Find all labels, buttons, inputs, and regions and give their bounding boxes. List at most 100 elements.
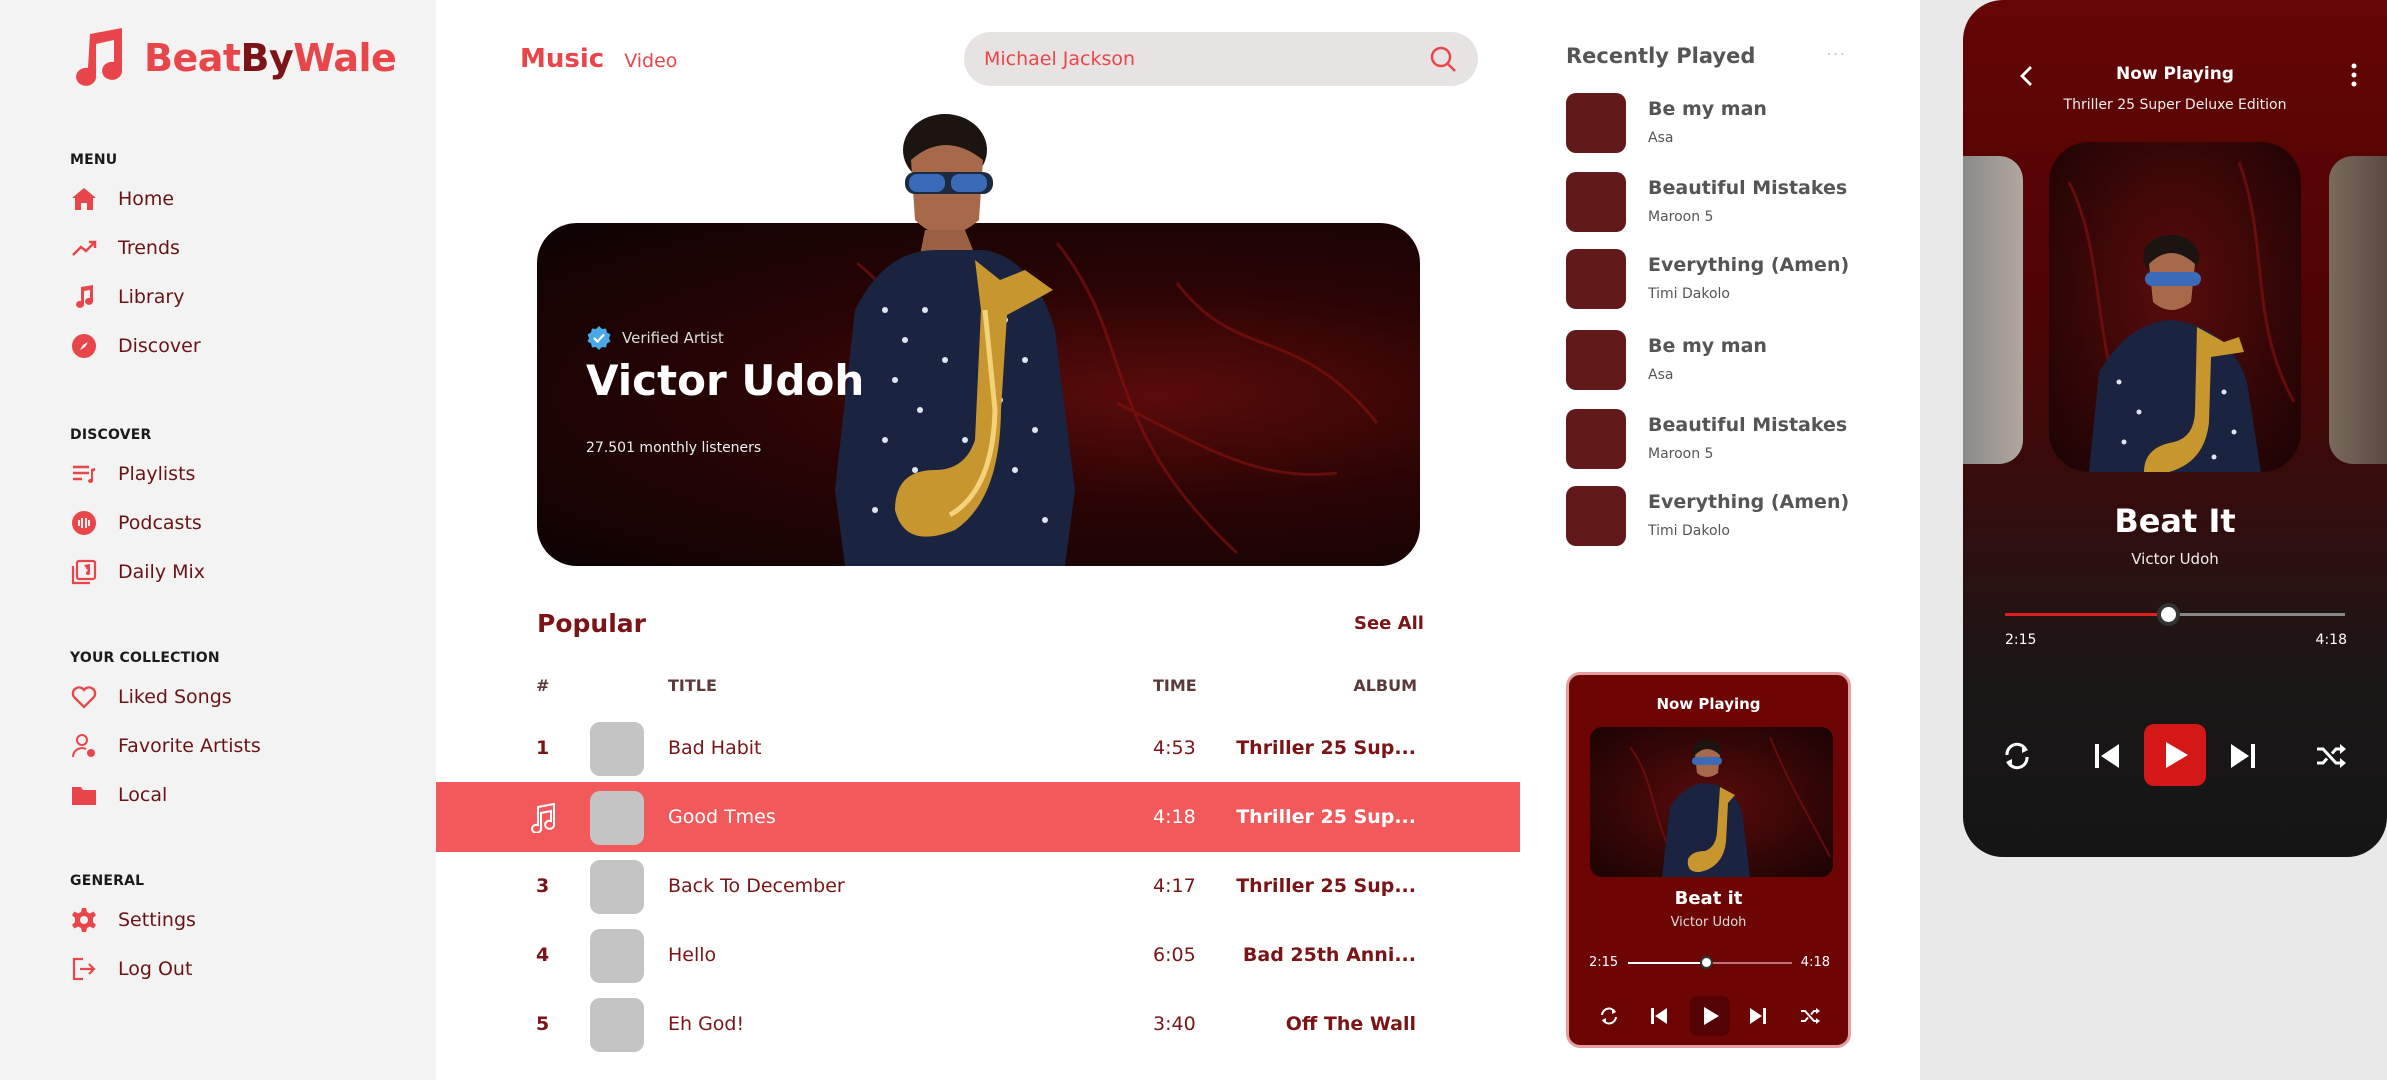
mobile-next-button[interactable] xyxy=(2225,738,2261,774)
sidebar-item-label: Home xyxy=(118,187,175,210)
play-icon xyxy=(1704,1007,1719,1025)
recent-title: Be my man xyxy=(1648,98,1767,120)
sidebar-item-logout[interactable]: Log Out xyxy=(70,944,196,993)
mini-next-button[interactable] xyxy=(1743,1001,1773,1031)
mini-duration: 4:18 xyxy=(1800,955,1830,970)
table-row[interactable]: 4 Hello 6:05 Bad 25th Anni... xyxy=(436,920,1520,990)
search-icon[interactable] xyxy=(1428,44,1458,74)
sidebar-item-home[interactable]: Home xyxy=(70,174,201,223)
sidebar-item-label: Library xyxy=(118,285,185,308)
table-row-playing[interactable]: Good Tmes 4:18 Thriller 25 Sup... xyxy=(436,782,1520,852)
sidebar-item-liked-songs[interactable]: Liked Songs xyxy=(70,672,261,721)
see-all-link[interactable]: See All xyxy=(1354,613,1424,634)
sidebar-item-trends[interactable]: Trends xyxy=(70,223,201,272)
track-title: Back To December xyxy=(668,875,845,897)
mobile-duration: 4:18 xyxy=(2315,632,2347,648)
verified-badge: Verified Artist xyxy=(586,325,724,351)
track-thumbnail xyxy=(590,998,644,1052)
artist-name: Victor Udoh xyxy=(586,356,865,405)
skip-previous-icon xyxy=(2095,744,2119,768)
table-row[interactable]: 1 Bad Habit 4:53 Thriller 25 Sup... xyxy=(436,713,1520,783)
track-thumbnail xyxy=(590,791,644,845)
sidebar-item-library[interactable]: Library xyxy=(70,272,201,321)
repeat-icon xyxy=(1601,1007,1617,1025)
track-album: Bad 25th Anni... xyxy=(1242,944,1416,966)
mini-progress-handle[interactable] xyxy=(1700,956,1714,969)
recent-item[interactable]: Be my man Asa xyxy=(1566,93,1846,155)
more-options-icon[interactable]: ··· xyxy=(1826,44,1846,65)
mobile-shuffle-button[interactable] xyxy=(2313,738,2349,774)
recent-artwork xyxy=(1566,93,1626,153)
next-album-card[interactable] xyxy=(2329,156,2387,464)
mini-play-button[interactable] xyxy=(1690,996,1730,1036)
mini-song-title: Beat it xyxy=(1674,888,1743,909)
brand-logo[interactable]: BeatByWale xyxy=(70,28,397,88)
tab-music[interactable]: Music xyxy=(520,44,604,74)
previous-album-card[interactable] xyxy=(1963,156,2023,464)
sidebar-item-playlists[interactable]: Playlists xyxy=(70,449,205,498)
col-num-header: # xyxy=(536,676,550,695)
recent-artwork xyxy=(1566,486,1626,546)
general-heading: GENERAL xyxy=(70,873,145,889)
mobile-progress-handle[interactable] xyxy=(2156,603,2180,626)
mini-song-artist: Victor Udoh xyxy=(1670,915,1747,930)
recent-item[interactable]: Everything (Amen) Timi Dakolo xyxy=(1566,486,1849,548)
general-section: GENERAL Settings Log Out xyxy=(70,873,196,993)
mobile-previous-button[interactable] xyxy=(2089,738,2125,774)
recent-item[interactable]: Be my man Asa xyxy=(1566,330,1846,392)
recent-title: Be my man xyxy=(1648,335,1767,357)
table-row[interactable]: 3 Back To December 4:17 Thriller 25 Sup.… xyxy=(436,851,1520,921)
sidebar-item-discover[interactable]: Discover xyxy=(70,321,201,370)
sidebar-item-label: Discover xyxy=(118,334,201,357)
col-time-header: TIME xyxy=(1153,676,1197,695)
track-album: Thriller 25 Sup... xyxy=(1236,806,1416,828)
mini-shuffle-button[interactable] xyxy=(1795,1001,1825,1031)
sidebar: BeatByWale MENU Home Trends Library Disc… xyxy=(0,0,436,1080)
mini-progress-bar[interactable] xyxy=(1628,956,1792,969)
skip-next-icon xyxy=(1750,1008,1766,1024)
recent-title: Beautiful Mistakes xyxy=(1648,177,1848,199)
track-time: 6:05 xyxy=(1153,944,1196,966)
table-row[interactable]: 5 Eh God! 3:40 Off The Wall xyxy=(436,989,1520,1059)
mobile-now-playing-screen: Now Playing Thriller 25 Super Deluxe Edi… xyxy=(1963,0,2387,857)
recent-item[interactable]: Beautiful Mistakes Maroon 5 xyxy=(1566,172,1848,234)
recent-item[interactable]: Everything (Amen) Timi Dakolo xyxy=(1566,249,1849,311)
track-album: Off The Wall xyxy=(1285,1013,1416,1035)
mobile-play-button[interactable] xyxy=(2144,724,2206,786)
mini-repeat-button[interactable] xyxy=(1594,1001,1624,1031)
discover-heading: DISCOVER xyxy=(70,427,152,443)
mobile-song-title: Beat It xyxy=(2114,502,2236,540)
recent-artwork xyxy=(1566,330,1626,390)
mini-player-artwork xyxy=(1590,727,1833,877)
play-icon xyxy=(2166,742,2188,768)
recent-artist: Asa xyxy=(1648,367,1674,383)
track-thumbnail xyxy=(590,860,644,914)
mini-previous-button[interactable] xyxy=(1644,1001,1674,1031)
sidebar-item-local[interactable]: Local xyxy=(70,770,261,819)
mobile-player-heading: Now Playing xyxy=(2116,64,2234,84)
artist-photo xyxy=(835,114,1075,566)
skip-previous-icon xyxy=(1651,1008,1667,1024)
menu-section: MENU Home Trends Library Discover xyxy=(70,152,201,370)
search-input[interactable] xyxy=(984,48,1428,70)
sidebar-item-daily-mix[interactable]: Daily Mix xyxy=(70,547,205,596)
recent-item[interactable]: Beautiful Mistakes Maroon 5 xyxy=(1566,409,1847,471)
more-vertical-icon[interactable] xyxy=(2351,62,2357,88)
verified-label: Verified Artist xyxy=(622,329,724,347)
brand-name: BeatByWale xyxy=(144,36,397,80)
mobile-repeat-button[interactable] xyxy=(1999,738,2035,774)
mobile-song-artist: Victor Udoh xyxy=(2131,550,2219,568)
sidebar-item-label: Trends xyxy=(118,236,180,259)
media-tabs: Music Video xyxy=(520,44,677,74)
podcast-icon xyxy=(70,509,98,537)
mobile-progress-bar[interactable] xyxy=(2005,603,2345,626)
sidebar-item-settings[interactable]: Settings xyxy=(70,895,196,944)
track-title: Eh God! xyxy=(668,1013,745,1035)
sidebar-item-podcasts[interactable]: Podcasts xyxy=(70,498,205,547)
track-thumbnail xyxy=(590,929,644,983)
track-number: 4 xyxy=(536,944,550,966)
tab-video[interactable]: Video xyxy=(624,50,677,72)
track-time: 4:18 xyxy=(1153,806,1196,828)
sidebar-item-favorite-artists[interactable]: Favorite Artists xyxy=(70,721,261,770)
popular-heading: Popular xyxy=(537,609,646,638)
